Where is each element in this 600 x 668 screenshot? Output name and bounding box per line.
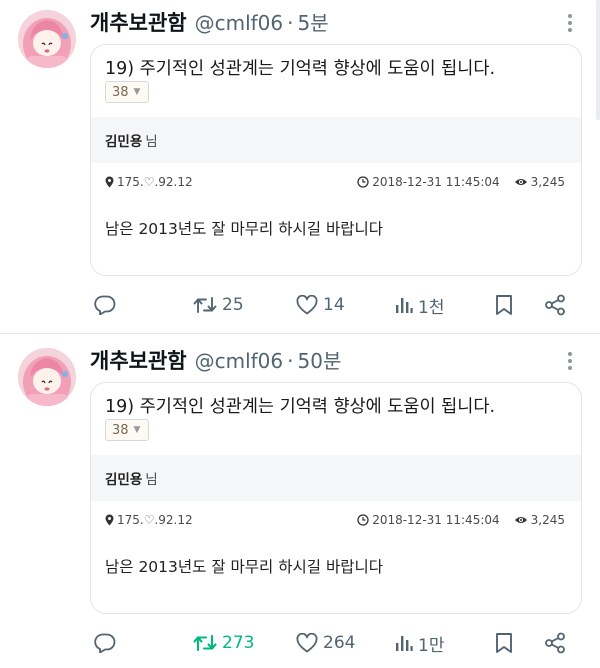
post-title: 19) 주기적인 성관계는 기억력 향상에 도움이 됩니다.: [105, 397, 496, 417]
clock-icon: [357, 176, 369, 188]
recommend-select-value: 38: [112, 84, 129, 100]
author-handle[interactable]: @cmlf06: [195, 11, 284, 35]
chevron-down-icon: ▼: [133, 87, 141, 97]
like-button[interactable]: 264: [296, 628, 355, 658]
image-card[interactable]: 19) 주기적인 성관계는 기억력 향상에 도움이 됩니다. 38 ▼ 김민용 …: [90, 44, 582, 276]
like-count: 14: [323, 295, 345, 315]
more-icon[interactable]: [562, 350, 578, 372]
location-icon: [105, 514, 114, 526]
timestamp[interactable]: 5분: [298, 7, 329, 36]
location-icon: [105, 176, 114, 188]
post-body: 남은 2013년도 잘 마무리 하시길 바랍니다: [105, 558, 383, 576]
retweet-count: 273: [222, 633, 255, 653]
post-author-name: 김민용: [105, 134, 143, 150]
tweet[interactable]: 개추보관함 @cmlf06 · 5분 19) 주기적인 성관계는 기억력 향상에…: [0, 0, 600, 332]
author-name[interactable]: 개추보관함: [90, 345, 187, 375]
retweet-button[interactable]: 25: [193, 290, 244, 320]
avatar[interactable]: [18, 348, 76, 406]
author-handle[interactable]: @cmlf06: [195, 349, 284, 373]
bookmark-icon: [496, 295, 512, 315]
post-author-suffix: 님: [145, 472, 158, 488]
reply-button[interactable]: [94, 628, 116, 658]
post-datetime: 2018-12-31 11:45:04: [372, 513, 500, 527]
reply-icon: [94, 633, 116, 653]
retweet-count: 25: [222, 295, 244, 315]
post-author-bar: 김민용 님: [91, 117, 581, 163]
post-ip: 175.♡.92.12: [117, 513, 193, 527]
avatar[interactable]: [18, 10, 76, 68]
post-meta: 175.♡.92.12 2018-12-31 11:45:04 3,245: [105, 511, 565, 529]
retweet-button[interactable]: 273: [193, 628, 254, 658]
post-title: 19) 주기적인 성관계는 기억력 향상에 도움이 됩니다.: [105, 59, 496, 79]
recommend-select[interactable]: 38 ▼: [105, 81, 149, 103]
like-button[interactable]: 14: [296, 290, 345, 320]
reply-icon: [94, 295, 116, 315]
clock-icon: [357, 514, 369, 526]
post-author-name: 김민용: [105, 472, 143, 488]
post-body: 남은 2013년도 잘 마무리 하시길 바랍니다: [105, 220, 383, 238]
recommend-select-value: 38: [112, 422, 129, 438]
separator: ·: [287, 11, 294, 35]
like-icon: [296, 633, 318, 653]
post-views: 3,245: [530, 175, 565, 189]
reply-button[interactable]: [94, 290, 116, 320]
bookmark-button[interactable]: [495, 290, 513, 320]
more-icon[interactable]: [562, 12, 578, 34]
view-count: 1천: [418, 297, 445, 318]
views-icon: [396, 298, 413, 313]
post-author-bar: 김민용 님: [91, 455, 581, 501]
post-datetime: 2018-12-31 11:45:04: [372, 175, 500, 189]
share-icon: [545, 632, 565, 654]
recommend-select[interactable]: 38 ▼: [105, 419, 149, 441]
view-count: 1만: [418, 635, 445, 656]
eye-icon: [514, 179, 527, 185]
retweet-icon: [193, 297, 217, 313]
retweet-icon: [193, 634, 217, 652]
share-button[interactable]: [544, 628, 566, 658]
timestamp[interactable]: 50분: [298, 345, 342, 374]
post-meta: 175.♡.92.12 2018-12-31 11:45:04 3,245: [105, 173, 565, 191]
share-icon: [545, 294, 565, 316]
image-card[interactable]: 19) 주기적인 성관계는 기억력 향상에 도움이 됩니다. 38 ▼ 김민용 …: [90, 382, 582, 614]
views-icon: [396, 636, 413, 651]
like-count: 264: [323, 633, 356, 653]
action-bar: 25 14 1천: [90, 290, 580, 320]
tweet[interactable]: 개추보관함 @cmlf06 · 50분 19) 주기적인 성관계는 기억력 향상…: [0, 338, 600, 668]
bookmark-icon: [496, 633, 512, 653]
post-ip: 175.♡.92.12: [117, 175, 193, 189]
share-button[interactable]: [544, 290, 566, 320]
bookmark-button[interactable]: [495, 628, 513, 658]
eye-icon: [514, 517, 527, 523]
author-name[interactable]: 개추보관함: [90, 7, 187, 37]
separator: ·: [287, 349, 294, 373]
like-icon: [296, 295, 318, 315]
views-button[interactable]: 1천: [395, 290, 444, 320]
tweet-divider: [0, 333, 600, 334]
post-views: 3,245: [530, 513, 565, 527]
action-bar: 273 264 1만: [90, 628, 580, 658]
chevron-down-icon: ▼: [133, 425, 141, 435]
views-button[interactable]: 1만: [395, 628, 444, 658]
post-author-suffix: 님: [145, 134, 158, 150]
